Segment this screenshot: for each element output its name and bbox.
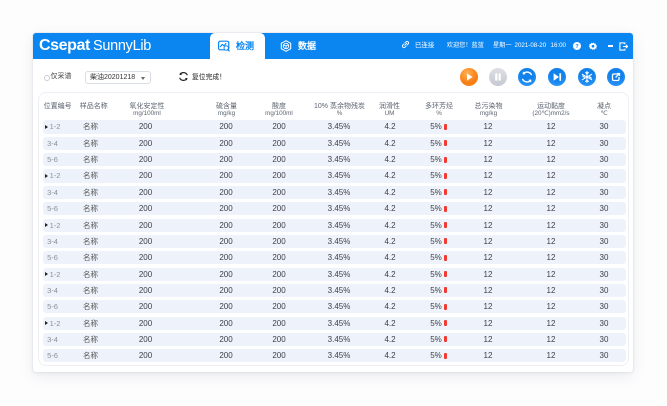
svg-text:?: ? bbox=[575, 44, 579, 50]
